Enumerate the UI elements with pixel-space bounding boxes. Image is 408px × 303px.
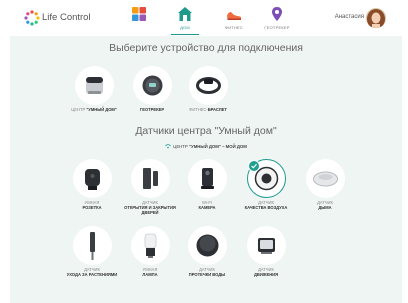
wifi-signal-icon	[165, 144, 171, 149]
nav-home[interactable]: ДОМ	[163, 6, 207, 35]
device-caption: ГЕОТРЕКЕР	[139, 107, 165, 112]
smart-socket-icon	[84, 169, 100, 190]
nav-label: ГЕОТРЕКЕР	[264, 25, 290, 30]
nav-label: ДОМ	[180, 25, 190, 30]
smoke-detector-icon	[312, 171, 338, 187]
door-sensor-icon	[142, 168, 158, 189]
device-fitness-band[interactable]: ФИТНЕС-БРАСЛЕТ	[178, 66, 238, 112]
water-leak-sensor-icon	[196, 234, 218, 257]
smart-home-hub-icon	[85, 77, 103, 94]
nav-fitness[interactable]: ФИТНЕС	[212, 6, 256, 30]
sensor-caption: ПРОТЕЧКИ ВОДЫ	[188, 272, 226, 278]
top-bar: Life Control ДОМ ФИТНЕС ГЕОТРЕКЕР Анаста…	[0, 0, 408, 36]
sensors-title: Датчики центра "Умный дом"	[135, 125, 277, 137]
nav-label: ФИТНЕС	[224, 25, 243, 30]
plant-sensor-icon	[89, 232, 95, 260]
sensor-smoke[interactable]: ДАТЧИК ДЫМА	[295, 159, 355, 210]
sensor-motion[interactable]: ДАТЧИК ДВИЖЕНИЯ	[236, 226, 296, 277]
sensor-smart-lamp[interactable]: УМНАЯ ЛАМПА	[120, 226, 180, 277]
selected-check-icon	[247, 160, 260, 172]
wifi-camera-icon	[200, 168, 214, 189]
hub-line-name: "УМНЫЙ ДОМ" – МОЙ ДОМ	[188, 144, 247, 149]
device-smart-home-hub[interactable]: ЦЕНТР "УМНЫЙ ДОМ"	[64, 66, 124, 112]
fitness-band-icon	[195, 77, 221, 94]
smart-lamp-icon	[144, 233, 156, 258]
app-name[interactable]: Life Control	[42, 12, 91, 23]
device-geotracker[interactable]: ГЕОТРЕКЕР	[122, 66, 182, 112]
location-pin-icon	[272, 7, 282, 21]
sensor-plant[interactable]: ДАТЧИК УХОДА ЗА РАСТЕНИЯМИ	[62, 226, 122, 277]
home-icon	[178, 7, 192, 21]
sensor-caption: ДВИЖЕНИЯ	[253, 272, 279, 278]
device-caption: БРАСЛЕТ	[207, 107, 227, 112]
sensor-smart-socket[interactable]: УМНАЯ РОЗЕТКА	[62, 159, 122, 210]
sneaker-icon	[227, 12, 242, 20]
life-control-logo-icon[interactable]	[24, 10, 40, 26]
hub-line-prefix: ЦЕНТР	[173, 144, 189, 149]
motion-sensor-icon	[257, 238, 275, 254]
nav-widgets[interactable]	[117, 6, 161, 25]
sensor-caption: УХОДА ЗА РАСТЕНИЯМИ	[66, 272, 118, 278]
sensor-air-quality[interactable]: ДАТЧИК КАЧЕСТВА ВОЗДУХА	[236, 159, 296, 210]
sensor-caption: ОТКРЫТИЯ И ЗАКРЫТИЯ ДВЕРЕЙ	[124, 205, 176, 216]
sensor-caption: ДЫМА	[318, 205, 332, 211]
sensor-water-leak[interactable]: ДАТЧИК ПРОТЕЧКИ ВОДЫ	[177, 226, 237, 277]
avatar[interactable]	[366, 8, 386, 28]
sensor-wifi-camera[interactable]: WI-FI КАМЕРА	[177, 159, 237, 210]
geotracker-icon	[142, 75, 162, 96]
sensor-caption: РОЗЕТКА	[82, 205, 102, 211]
hub-line[interactable]: ЦЕНТР "УМНЫЙ ДОМ" – МОЙ ДОМ	[10, 143, 402, 149]
main-panel: Выберите устройство для подключения ЦЕНТ…	[10, 36, 402, 303]
user-name[interactable]: Анастасия	[335, 14, 364, 20]
sensor-caption: ЛАМПА	[142, 272, 158, 278]
nav-geotracker[interactable]: ГЕОТРЕКЕР	[255, 6, 299, 30]
widgets-icon	[132, 7, 146, 21]
device-caption-muted: ФИТНЕС-	[189, 107, 208, 112]
sensor-door[interactable]: ДАТЧИК ОТКРЫТИЯ И ЗАКРЫТИЯ ДВЕРЕЙ	[120, 159, 180, 216]
sensor-caption: КАЧЕСТВА ВОЗДУХА	[244, 205, 288, 211]
device-caption-muted: ЦЕНТР	[71, 107, 87, 112]
page-title: Выберите устройство для подключения	[109, 42, 303, 54]
user-photo-icon	[366, 8, 386, 28]
device-caption: "УМНЫЙ ДОМ"	[86, 107, 117, 112]
sensor-caption: КАМЕРА	[198, 205, 216, 211]
